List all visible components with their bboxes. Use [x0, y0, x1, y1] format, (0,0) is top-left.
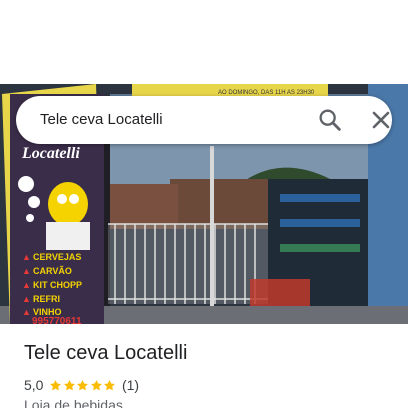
banner-item-4: REFRI	[33, 294, 60, 304]
star-icon	[50, 379, 62, 390]
rating-stars	[49, 379, 117, 392]
close-button[interactable]	[367, 106, 395, 134]
place-category: Loja de bebidas	[24, 397, 123, 408]
close-icon	[372, 111, 390, 129]
search-bar[interactable]: Tele ceva Locatelli	[16, 96, 392, 144]
rating-value: 5,0	[24, 377, 44, 393]
star-icon	[104, 379, 116, 390]
star-icon	[64, 379, 75, 390]
banner-item-3: KIT CHOPP	[33, 280, 82, 290]
place-title: Tele ceva Locatelli	[24, 342, 188, 364]
maps-place-screen: AO DOMINGO, DAS 11H AS 23H30 Locatelli ▲…	[0, 0, 408, 408]
search-input[interactable]: Tele ceva Locatelli	[40, 96, 163, 144]
banner-phone: 995770611	[32, 316, 82, 324]
search-icon	[319, 109, 341, 131]
svg-text:▲: ▲	[22, 252, 31, 262]
star-icon	[77, 379, 89, 390]
svg-text:▲: ▲	[22, 294, 31, 304]
rating-row[interactable]: 5,0 (1)	[24, 376, 139, 394]
banner-brand: Locatelli	[21, 145, 80, 162]
svg-text:▲: ▲	[22, 280, 31, 290]
search-button[interactable]	[316, 106, 344, 134]
banner-item-1: CERVEJAS	[33, 252, 81, 262]
banner-item-2: CARVÃO	[33, 266, 72, 276]
star-icon	[91, 379, 102, 390]
svg-text:▲: ▲	[22, 266, 31, 276]
svg-text:▲: ▲	[22, 307, 31, 317]
review-count[interactable]: (1)	[122, 377, 139, 393]
